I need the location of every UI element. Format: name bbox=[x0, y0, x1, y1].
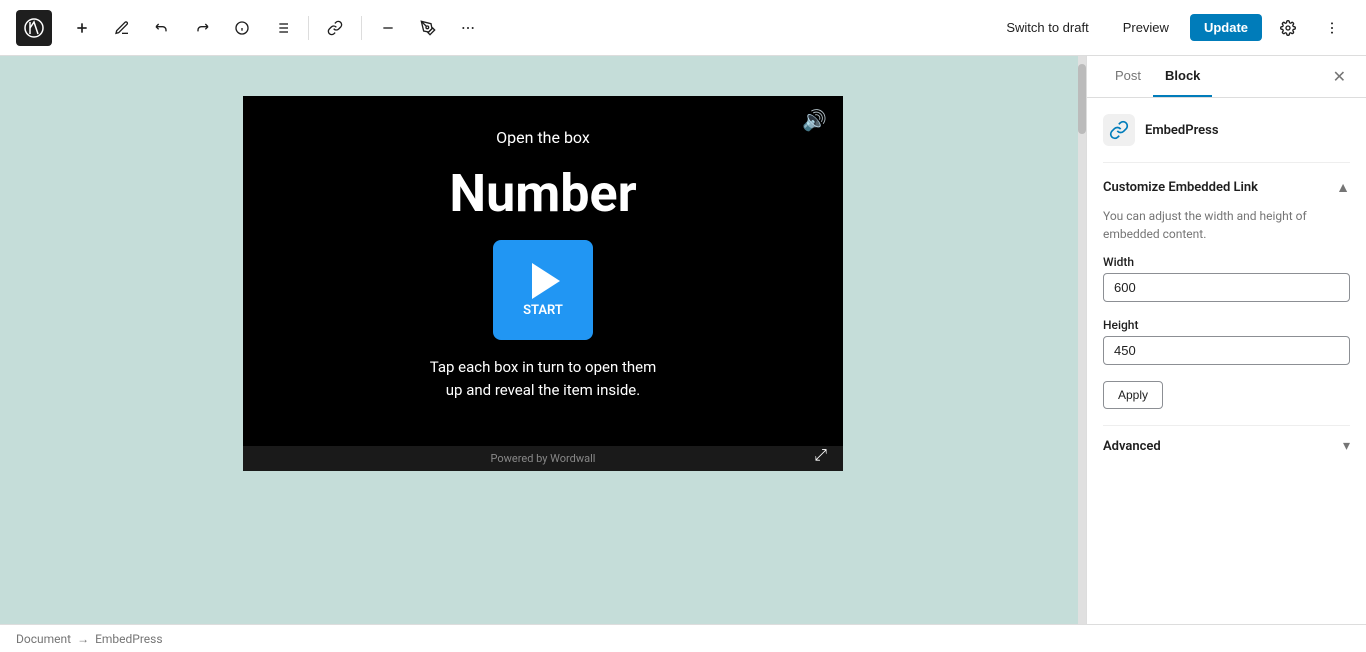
embed-block[interactable]: 🔊 Open the box Number START Tap each box… bbox=[243, 96, 843, 471]
separator-button[interactable] bbox=[370, 10, 406, 46]
info-button[interactable] bbox=[224, 10, 260, 46]
height-field-group: Height bbox=[1103, 318, 1350, 365]
embed-content: 🔊 Open the box Number START Tap each box… bbox=[243, 96, 843, 446]
add-block-button[interactable] bbox=[64, 10, 100, 46]
embed-description: Tap each box in turn to open themup and … bbox=[430, 356, 657, 401]
fullscreen-icon[interactable]: ⤢ bbox=[814, 445, 827, 465]
toolbar-left bbox=[64, 10, 486, 46]
embedpress-icon-button[interactable] bbox=[317, 10, 353, 46]
breadcrumb: Document → EmbedPress bbox=[0, 624, 1366, 652]
sidebar-content: EmbedPress Customize Embedded Link ▲ You… bbox=[1087, 98, 1366, 624]
list-view-button[interactable] bbox=[264, 10, 300, 46]
breadcrumb-document[interactable]: Document bbox=[16, 632, 71, 646]
volume-icon[interactable]: 🔊 bbox=[802, 108, 827, 132]
embed-heading: Number bbox=[449, 163, 636, 224]
height-label: Height bbox=[1103, 318, 1350, 332]
breadcrumb-plugin[interactable]: EmbedPress bbox=[95, 632, 163, 646]
settings-button[interactable] bbox=[1270, 10, 1306, 46]
embed-title: Open the box bbox=[496, 128, 590, 147]
customize-section-header: Customize Embedded Link ▲ bbox=[1103, 179, 1350, 195]
customize-section-title: Customize Embedded Link bbox=[1103, 180, 1258, 195]
tab-block[interactable]: Block bbox=[1153, 56, 1212, 97]
sidebar-tabs: Post Block ✕ bbox=[1087, 56, 1366, 98]
customize-section-desc: You can adjust the width and height of e… bbox=[1103, 207, 1350, 243]
start-label: START bbox=[523, 303, 563, 318]
undo-button[interactable] bbox=[144, 10, 180, 46]
main-area: 🔊 Open the box Number START Tap each box… bbox=[0, 56, 1366, 624]
customize-section-toggle[interactable]: ▲ bbox=[1336, 179, 1350, 195]
embedpress-icon bbox=[1103, 114, 1135, 146]
breadcrumb-arrow: → bbox=[77, 632, 89, 646]
wp-logo bbox=[16, 10, 52, 46]
height-input[interactable] bbox=[1103, 336, 1350, 365]
toolbar-divider-2 bbox=[361, 16, 362, 40]
update-button[interactable]: Update bbox=[1190, 14, 1262, 41]
toolbar: Switch to draft Preview Update bbox=[0, 0, 1366, 56]
embedpress-header: EmbedPress bbox=[1103, 114, 1350, 163]
embed-play-button[interactable]: START bbox=[493, 240, 593, 340]
canvas-scrollbar[interactable] bbox=[1078, 56, 1086, 624]
width-label: Width bbox=[1103, 255, 1350, 269]
editor-canvas[interactable]: 🔊 Open the box Number START Tap each box… bbox=[0, 56, 1086, 624]
width-input[interactable] bbox=[1103, 273, 1350, 302]
kebab-menu-button[interactable] bbox=[1314, 10, 1350, 46]
advanced-header[interactable]: Advanced ▾ bbox=[1103, 426, 1350, 466]
redo-button[interactable] bbox=[184, 10, 220, 46]
more-options-button[interactable] bbox=[450, 10, 486, 46]
tab-post[interactable]: Post bbox=[1103, 56, 1153, 97]
switch-to-draft-button[interactable]: Switch to draft bbox=[993, 13, 1101, 42]
play-triangle-icon bbox=[532, 263, 560, 299]
apply-button[interactable]: Apply bbox=[1103, 381, 1163, 409]
chevron-down-icon: ▾ bbox=[1343, 438, 1350, 454]
tools-button[interactable] bbox=[104, 10, 140, 46]
advanced-title: Advanced bbox=[1103, 439, 1161, 454]
embedpress-name: EmbedPress bbox=[1145, 123, 1219, 138]
width-field-group: Width bbox=[1103, 255, 1350, 302]
preview-button[interactable]: Preview bbox=[1110, 13, 1182, 42]
toolbar-right: Switch to draft Preview Update bbox=[993, 10, 1350, 46]
sidebar-close-button[interactable]: ✕ bbox=[1329, 63, 1350, 91]
advanced-section: Advanced ▾ bbox=[1103, 425, 1350, 466]
embed-footer: Powered by Wordwall bbox=[243, 446, 843, 471]
canvas-scroll-thumb bbox=[1078, 64, 1086, 134]
toolbar-divider-1 bbox=[308, 16, 309, 40]
format-button[interactable] bbox=[410, 10, 446, 46]
right-sidebar: Post Block ✕ EmbedPress Customize Embedd… bbox=[1086, 56, 1366, 624]
